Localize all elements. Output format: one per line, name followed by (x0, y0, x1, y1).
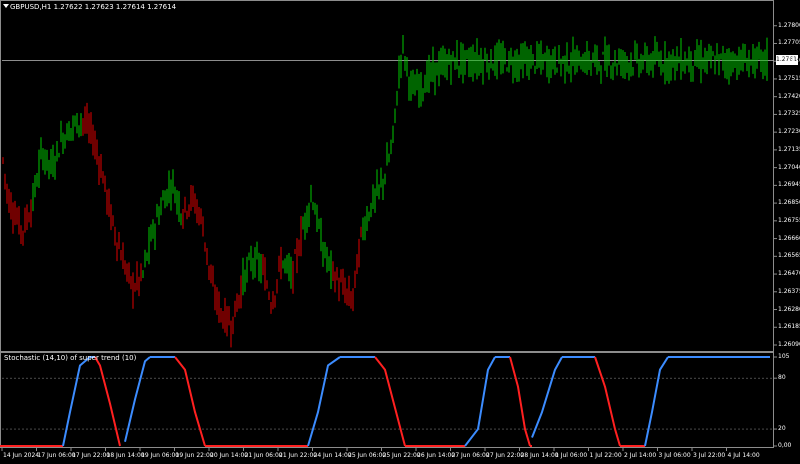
y-tick-label: 1.27325 (778, 110, 800, 118)
indicator-level-label: 0,00 (778, 442, 792, 449)
x-tick-label: 1 Jul 06:00 (555, 452, 588, 459)
x-tick-label: 28 Jun 14:00 (520, 452, 559, 459)
chart-canvas[interactable] (0, 0, 800, 464)
x-tick-label: 19 Jun 22:00 (175, 452, 214, 459)
x-tick-label: 19 Jun 06:00 (141, 452, 180, 459)
y-tick-label: 1.26945 (778, 181, 800, 189)
y-tick-label: 1.27705 (778, 39, 800, 47)
stoch-segment-down (174, 356, 206, 447)
y-tick-label: 1.27040 (778, 163, 800, 171)
chart-menu-icon[interactable] (3, 4, 9, 8)
x-tick-label: 2 Jul 14:00 (624, 452, 657, 459)
x-tick-label: 3 Jul 06:00 (658, 452, 691, 459)
x-tick-label: 20 Jun 14:00 (210, 452, 249, 459)
stoch-segment-up (62, 356, 91, 447)
x-tick-label: 14 Jun 2024 (3, 452, 40, 459)
stoch-segment-down (594, 356, 621, 447)
x-tick-label: 18 Jun 14:00 (106, 452, 145, 459)
stoch-segment-up (531, 356, 563, 438)
y-tick-label: 1.27230 (778, 128, 800, 136)
y-tick-label: 1.26565 (778, 252, 800, 260)
chart-symbol-info: GBPUSD,H1 1.27622 1.27623 1.27614 1.2761… (10, 3, 177, 11)
y-tick-label: 1.27515 (778, 74, 800, 82)
indicator-title: Stochastic (14,10) of super trend (10) (4, 354, 137, 362)
y-tick-label: 1.26470 (778, 270, 800, 278)
y-tick-label: 1.26185 (778, 323, 800, 331)
x-tick-label: 25 Jun 22:00 (382, 452, 421, 459)
y-tick-label: 1.27420 (778, 92, 800, 100)
indicator-level-label: 105 (778, 353, 790, 360)
indicator-level-label: 20 (778, 425, 786, 433)
x-tick-label: 21 Jun 06:00 (244, 452, 283, 459)
stoch-segment-up (307, 356, 341, 447)
x-tick-label: 1 Jul 22:00 (589, 452, 622, 459)
x-tick-label: 17 Jun 06:00 (37, 452, 76, 459)
stoch-segment-down (509, 356, 531, 447)
stoch-segment-down (94, 356, 121, 447)
stoch-segment-up (644, 356, 669, 447)
x-tick-label: 21 Jun 22:00 (279, 452, 318, 459)
y-tick-label: 1.27135 (778, 145, 800, 153)
x-tick-label: 26 Jun 14:00 (417, 452, 456, 459)
x-tick-label: 4 Jul 14:00 (727, 452, 760, 459)
indicator-level-label: 80 (778, 374, 786, 382)
stoch-segment-down (374, 356, 406, 447)
y-tick-label: 1.27610 (778, 57, 800, 65)
x-tick-label: 17 Jun 22:00 (72, 452, 111, 459)
x-tick-label: 27 Jun 22:00 (486, 452, 525, 459)
y-tick-label: 1.26755 (778, 216, 800, 224)
x-tick-label: 3 Jul 22:00 (693, 452, 726, 459)
y-tick-label: 1.26375 (778, 287, 800, 295)
stoch-segment-up (464, 356, 496, 447)
y-tick-label: 1.26850 (778, 199, 800, 207)
y-tick-label: 1.26660 (778, 234, 800, 242)
y-tick-label: 1.26090 (778, 341, 800, 348)
y-tick-label: 1.26280 (778, 305, 800, 313)
x-tick-label: 25 Jun 06:00 (348, 452, 387, 459)
x-tick-label: 27 Jun 06:00 (451, 452, 490, 459)
y-tick-label: 1.27800 (778, 21, 800, 29)
x-tick-label: 24 Jun 14:00 (313, 452, 352, 459)
